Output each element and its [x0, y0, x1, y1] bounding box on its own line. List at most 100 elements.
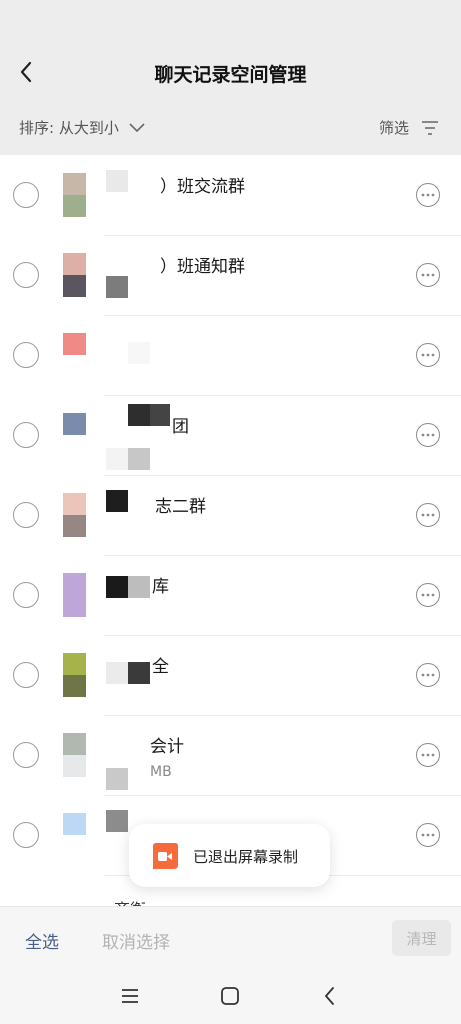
more-dots-icon [421, 433, 435, 437]
home-button[interactable] [216, 982, 244, 1010]
list-item[interactable]: 会计 MB [0, 716, 461, 796]
avatar-tile-top [63, 653, 86, 675]
action-bar: 全选 取消选择 清理 [0, 906, 461, 968]
more-dots-icon [421, 513, 435, 517]
more-dots-icon [421, 833, 435, 837]
more-dots-icon [421, 753, 435, 757]
select-radio[interactable] [13, 342, 39, 368]
group-avatar [55, 813, 86, 857]
filter-button[interactable]: 筛选 [379, 117, 439, 138]
top-bar: 聊天记录空间管理 排序: 从大到小 筛选 [0, 0, 461, 155]
more-dots-icon [421, 673, 435, 677]
clean-button[interactable]: 清理 [392, 920, 451, 956]
redacted-block [106, 448, 128, 470]
screen-record-icon [153, 843, 178, 869]
redacted-block [106, 768, 128, 790]
avatar-tile-top [63, 333, 86, 355]
page-title: 聊天记录空间管理 [154, 64, 307, 86]
group-avatar [55, 653, 86, 697]
toast-message: 已退出屏幕录制 [193, 848, 299, 866]
more-options-button[interactable] [416, 663, 440, 687]
list-item[interactable]: ）班通知群 [0, 236, 461, 316]
redacted-block [128, 576, 150, 598]
redacted-block [150, 404, 170, 426]
more-dots-icon [421, 193, 435, 197]
redacted-block [128, 448, 150, 470]
sort-dropdown[interactable]: 排序: 从大到小 [19, 117, 145, 138]
more-dots-icon [421, 353, 435, 357]
avatar-tile-top [63, 573, 86, 595]
avatar-tile-top [63, 733, 86, 755]
list-item-partial[interactable]: 齐衡 [0, 886, 461, 906]
redacted-block [106, 276, 128, 298]
chat-name: 全 [152, 657, 169, 677]
recent-apps-button[interactable] [116, 982, 144, 1010]
list-item[interactable]: 志二群 [0, 476, 461, 556]
chat-name: ）班通知群 [160, 257, 245, 277]
redacted-block [106, 810, 128, 832]
avatar-tile-bottom [63, 195, 86, 217]
more-options-button[interactable] [416, 423, 440, 447]
filter-label: 筛选 [378, 119, 409, 137]
avatar-tile-bottom [63, 595, 86, 617]
select-all-button[interactable]: 全选 [25, 928, 59, 953]
avatar-tile-top [63, 493, 86, 515]
menu-icon [122, 989, 138, 1003]
chat-storage-list: ）班交流群 ）班通知群 团 志二群 库 全 会计 MB [0, 156, 461, 906]
redacted-block [128, 662, 150, 684]
avatar-tile-bottom [63, 515, 86, 537]
group-avatar [55, 493, 86, 537]
chevron-left-icon [324, 987, 334, 1005]
list-item[interactable] [0, 316, 461, 396]
group-avatar [55, 333, 86, 377]
chat-size: MB [150, 764, 172, 780]
chat-name: 库 [152, 577, 169, 597]
chat-name: 齐衡 [114, 896, 146, 906]
screen-record-toast: 已退出屏幕录制 [129, 824, 330, 887]
redacted-block [128, 342, 150, 364]
more-options-button[interactable] [416, 343, 440, 367]
more-options-button[interactable] [416, 823, 440, 847]
select-radio[interactable] [13, 502, 39, 528]
avatar-tile-bottom [63, 355, 86, 377]
more-options-button[interactable] [416, 503, 440, 527]
list-item[interactable]: 团 [0, 396, 461, 476]
filter-icon [422, 120, 438, 135]
redacted-block [106, 490, 128, 512]
avatar-tile-bottom [63, 835, 86, 857]
list-item[interactable]: 全 [0, 636, 461, 716]
avatar-tile-bottom [63, 755, 86, 777]
redacted-block [106, 170, 128, 192]
select-radio[interactable] [13, 742, 39, 768]
avatar-tile-top [63, 413, 86, 435]
more-options-button[interactable] [416, 263, 440, 287]
chat-name: 志二群 [155, 497, 206, 517]
more-options-button[interactable] [416, 743, 440, 767]
more-options-button[interactable] [416, 583, 440, 607]
select-radio[interactable] [13, 662, 39, 688]
select-radio[interactable] [13, 582, 39, 608]
list-item[interactable]: ）班交流群 [0, 156, 461, 236]
avatar-tile-top [63, 253, 86, 275]
select-radio[interactable] [13, 182, 39, 208]
avatar-tile-bottom [63, 675, 86, 697]
chat-name: ）班交流群 [160, 177, 245, 197]
system-nav-bar [0, 968, 461, 1024]
avatar-tile-top [63, 813, 86, 835]
select-radio[interactable] [13, 422, 39, 448]
redacted-block [106, 662, 128, 684]
system-back-button[interactable] [316, 982, 344, 1010]
more-options-button[interactable] [416, 183, 440, 207]
more-dots-icon [421, 273, 435, 277]
redacted-block [106, 576, 128, 598]
cancel-selection-button[interactable]: 取消选择 [102, 928, 170, 953]
home-square-icon [221, 987, 239, 1005]
sort-label: 排序: 从大到小 [19, 119, 119, 137]
chat-name: 团 [172, 417, 189, 437]
group-avatar [55, 413, 86, 457]
select-radio[interactable] [13, 822, 39, 848]
group-avatar [55, 253, 86, 297]
select-radio[interactable] [13, 262, 39, 288]
list-item[interactable]: 库 [0, 556, 461, 636]
chevron-down-icon [129, 122, 145, 132]
